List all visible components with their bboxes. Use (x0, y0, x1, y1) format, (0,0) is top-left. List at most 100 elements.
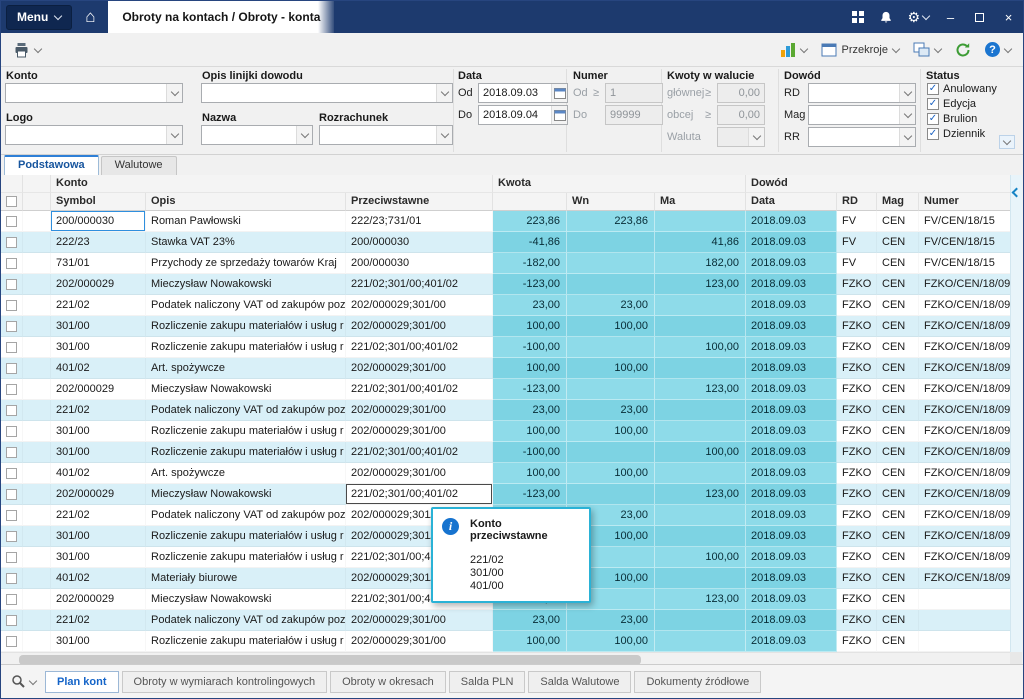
settings-button[interactable]: ⚙ (900, 1, 936, 33)
cell-numer[interactable]: FZKO/CEN/18/09/15 (919, 505, 1011, 526)
cell-kwota[interactable]: -100,00 (493, 442, 567, 463)
group-header-dowod[interactable]: Dowód (746, 175, 1011, 193)
data-do-input[interactable]: 2018.09.04 (478, 105, 568, 125)
cell-numer[interactable]: FZKO/CEN/18/09/14 (919, 463, 1011, 484)
table-row[interactable]: 301/00 Rozliczenie zakupu materiałów i u… (1, 337, 1011, 358)
cell-mag[interactable]: CEN (877, 274, 919, 295)
cell-opis[interactable]: Podatek naliczony VAT od zakupów poz (146, 400, 346, 421)
column-header-numer[interactable]: Numer (919, 193, 1011, 211)
cell-numer[interactable]: FZKO/CEN/18/09/14 (919, 379, 1011, 400)
group-header-konto[interactable]: Konto (51, 175, 493, 193)
cell-wn[interactable]: 23,00 (567, 400, 655, 421)
cell-numer[interactable] (919, 610, 1011, 631)
cell-numer[interactable]: FZKO/CEN/18/09/14 (919, 400, 1011, 421)
cell-rd[interactable]: FZKO (837, 589, 877, 610)
cell-opis[interactable]: Mieczysław Nowakowski (146, 589, 346, 610)
cell-symbol[interactable]: 301/00 (51, 526, 146, 547)
konto-combo[interactable] (5, 83, 183, 103)
cell-ma[interactable] (655, 568, 746, 589)
cell-ma[interactable]: 41,86 (655, 232, 746, 253)
table-row[interactable]: 731/01 Przychody ze sprzedaży towarów Kr… (1, 253, 1011, 274)
cell-opis[interactable]: Mieczysław Nowakowski (146, 484, 346, 505)
combo-dropdown-button[interactable] (436, 84, 452, 102)
cell-kwota[interactable]: -123,00 (493, 274, 567, 295)
table-row[interactable]: 221/02 Podatek naliczony VAT od zakupów … (1, 610, 1011, 631)
cell-mag[interactable]: CEN (877, 358, 919, 379)
cell-opis[interactable]: Podatek naliczony VAT od zakupów poz (146, 295, 346, 316)
cell-kwota[interactable]: 100,00 (493, 358, 567, 379)
cell-numer[interactable]: FZKO/CEN/18/09/13 (919, 358, 1011, 379)
cell-data[interactable]: 2018.09.03 (746, 316, 837, 337)
cell-kwota[interactable]: 100,00 (493, 421, 567, 442)
cell-ma[interactable] (655, 631, 746, 652)
cell-data[interactable]: 2018.09.03 (746, 358, 837, 379)
cell-przeciwstawne[interactable]: 200/000030 (346, 232, 493, 253)
dowod-rr-combo[interactable] (808, 127, 916, 147)
cell-rd[interactable]: FV (837, 232, 877, 253)
table-row[interactable]: 221/02 Podatek naliczony VAT od zakupów … (1, 400, 1011, 421)
table-row[interactable]: 401/02 Art. spożywcze 202/000029;301/00 … (1, 463, 1011, 484)
bottom-tab-dokumenty-zrodlowe[interactable]: Dokumenty źródłowe (634, 671, 761, 693)
cell-numer[interactable]: FV/CEN/18/15 (919, 232, 1011, 253)
cell-data[interactable]: 2018.09.03 (746, 379, 837, 400)
cell-opis[interactable]: Roman Pawłowski (146, 211, 346, 232)
row-checkbox[interactable] (1, 568, 23, 589)
cell-wn[interactable] (567, 232, 655, 253)
cell-przeciwstawne[interactable]: 202/000029;301/00 (346, 463, 493, 484)
row-checkbox[interactable] (1, 547, 23, 568)
cell-rd[interactable]: FZKO (837, 526, 877, 547)
cell-symbol[interactable]: 221/02 (51, 610, 146, 631)
cell-rd[interactable]: FV (837, 253, 877, 274)
cell-przeciwstawne[interactable]: 221/02;301/00;401/02 (346, 337, 493, 358)
group-header-kwota[interactable]: Kwota (493, 175, 746, 193)
cell-kwota[interactable]: 100,00 (493, 463, 567, 484)
cell-symbol[interactable]: 401/02 (51, 358, 146, 379)
cell-numer[interactable]: FZKO/CEN/18/09/14 (919, 421, 1011, 442)
cell-rd[interactable]: FZKO (837, 295, 877, 316)
rozrachunek-combo[interactable] (319, 125, 453, 145)
cell-data[interactable]: 2018.09.03 (746, 421, 837, 442)
cell-ma[interactable] (655, 505, 746, 526)
help-button[interactable]: ? (978, 37, 1018, 63)
cell-data[interactable]: 2018.09.03 (746, 463, 837, 484)
cell-mag[interactable]: CEN (877, 400, 919, 421)
cell-data[interactable]: 2018.09.03 (746, 589, 837, 610)
cell-data[interactable]: 2018.09.03 (746, 211, 837, 232)
cell-numer[interactable]: FZKO/CEN/18/09/13 (919, 295, 1011, 316)
cell-wn[interactable] (567, 379, 655, 400)
table-row[interactable]: 222/23 Stawka VAT 23% 200/000030 -41,86 … (1, 232, 1011, 253)
cell-numer[interactable]: FZKO/CEN/18/09/13 (919, 337, 1011, 358)
cell-opis[interactable]: Podatek naliczony VAT od zakupów poz (146, 610, 346, 631)
bottom-tab-salda-walutowe[interactable]: Salda Walutowe (528, 671, 631, 693)
cell-ma[interactable] (655, 463, 746, 484)
cell-rd[interactable]: FZKO (837, 337, 877, 358)
cell-symbol[interactable]: 202/000029 (51, 379, 146, 400)
cell-data[interactable]: 2018.09.03 (746, 547, 837, 568)
tab-walutowe[interactable]: Walutowe (101, 156, 177, 175)
cell-ma[interactable]: 123,00 (655, 274, 746, 295)
cell-numer[interactable] (919, 589, 1011, 610)
przekroje-button[interactable]: Przekroje (814, 37, 906, 63)
cell-przeciwstawne[interactable]: 202/000029;301/00 (346, 358, 493, 379)
cell-data[interactable]: 2018.09.03 (746, 232, 837, 253)
bottom-tab-obroty-w-wymiarach[interactable]: Obroty w wymiarach kontrolingowych (122, 671, 328, 693)
cell-rd[interactable]: FZKO (837, 484, 877, 505)
cell-wn[interactable]: 23,00 (567, 610, 655, 631)
cell-ma[interactable] (655, 421, 746, 442)
home-button[interactable]: ⌂ (72, 1, 108, 33)
row-checkbox[interactable] (1, 400, 23, 421)
cell-przeciwstawne[interactable]: 202/000029;301/00 (346, 631, 493, 652)
cell-data[interactable]: 2018.09.03 (746, 610, 837, 631)
combo-dropdown-button[interactable] (296, 126, 312, 144)
cell-opis[interactable]: Rozliczenie zakupu materiałów i usług r (146, 631, 346, 652)
cell-wn[interactable]: 100,00 (567, 358, 655, 379)
cell-data[interactable]: 2018.09.03 (746, 568, 837, 589)
cell-przeciwstawne[interactable]: 221/02;301/00;401/02 (346, 274, 493, 295)
calendar-button[interactable] (551, 106, 567, 124)
cell-kwota[interactable]: 23,00 (493, 400, 567, 421)
cell-ma[interactable] (655, 526, 746, 547)
cell-opis[interactable]: Podatek naliczony VAT od zakupów poz (146, 505, 346, 526)
refresh-button[interactable] (948, 37, 978, 63)
cell-opis[interactable]: Materiały biurowe (146, 568, 346, 589)
cell-rd[interactable]: FV (837, 211, 877, 232)
